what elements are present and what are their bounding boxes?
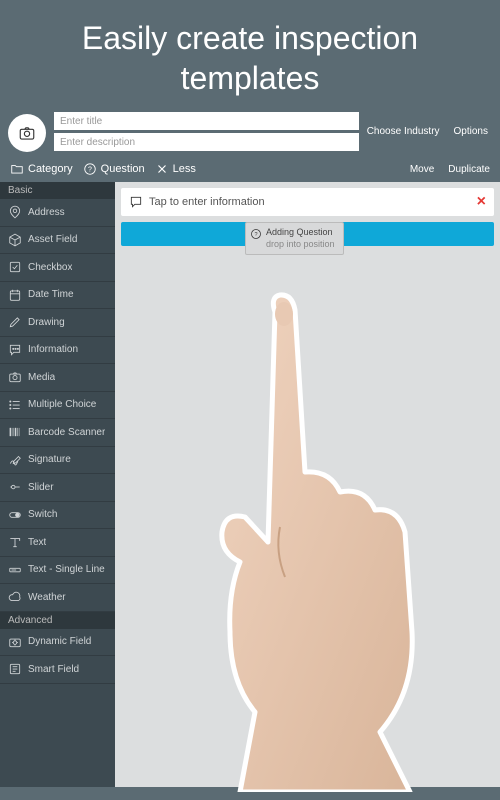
smart-icon bbox=[8, 662, 22, 676]
camera-icon bbox=[18, 124, 36, 142]
cloud-icon bbox=[8, 590, 22, 604]
hand-icon bbox=[175, 292, 485, 792]
sidebar: Basic Address Asset Field Checkbox Date Tim… bbox=[0, 182, 115, 787]
calendar-icon bbox=[8, 288, 22, 302]
hand-overlay bbox=[115, 242, 500, 787]
sidebar-item-label: Barcode Scanner bbox=[28, 427, 105, 438]
headline: Easily create inspection templates bbox=[0, 0, 500, 106]
main: Basic Address Asset Field Checkbox Date Tim… bbox=[0, 182, 500, 787]
sidebar-item-text[interactable]: Text bbox=[0, 529, 115, 557]
text-icon bbox=[8, 535, 22, 549]
sidebar-item-information[interactable]: Information bbox=[0, 337, 115, 365]
list-icon bbox=[8, 398, 22, 412]
close-icon bbox=[155, 162, 169, 176]
sidebar-item-label: Text - Single Line bbox=[28, 564, 105, 575]
camera-button[interactable] bbox=[8, 114, 46, 152]
sidebar-item-weather[interactable]: Weather bbox=[0, 584, 115, 612]
sidebar-item-label: Date Time bbox=[28, 289, 74, 300]
question-icon: ? bbox=[250, 228, 262, 240]
chat-icon bbox=[129, 195, 143, 209]
sidebar-item-label: Address bbox=[28, 207, 65, 218]
sidebar-item-switch[interactable]: Switch bbox=[0, 502, 115, 530]
sidebar-item-address[interactable]: Address bbox=[0, 199, 115, 227]
textline-icon bbox=[8, 563, 22, 577]
sidebar-section-advanced: Advanced bbox=[0, 612, 115, 629]
sidebar-item-date-time[interactable]: Date Time bbox=[0, 282, 115, 310]
title-input-group bbox=[54, 112, 359, 152]
less-button[interactable]: Less bbox=[155, 162, 196, 176]
sidebar-item-asset-field[interactable]: Asset Field bbox=[0, 227, 115, 255]
title-input[interactable] bbox=[54, 112, 359, 130]
sidebar-item-label: Text bbox=[28, 537, 46, 548]
sidebar-item-checkbox[interactable]: Checkbox bbox=[0, 254, 115, 282]
sign-icon bbox=[8, 453, 22, 467]
close-icon[interactable]: × bbox=[477, 194, 486, 210]
folder-icon bbox=[10, 162, 24, 176]
less-label: Less bbox=[173, 163, 196, 175]
options-label: Options bbox=[454, 126, 488, 137]
pencil-icon bbox=[8, 315, 22, 329]
sidebar-item-label: Weather bbox=[28, 592, 66, 603]
sidebar-section-basic: Basic bbox=[0, 182, 115, 199]
svg-text:?: ? bbox=[88, 166, 92, 173]
drag-chip-subtitle: drop into position bbox=[266, 239, 335, 251]
sidebar-item-label: Information bbox=[28, 344, 78, 355]
tap-hint-label: Tap to enter information bbox=[149, 196, 265, 208]
move-button[interactable]: Move bbox=[410, 164, 434, 175]
sidebar-item-label: Asset Field bbox=[28, 234, 77, 245]
sidebar-item-label: Dynamic Field bbox=[28, 636, 91, 647]
slider-icon bbox=[8, 480, 22, 494]
sidebar-item-barcode-scanner[interactable]: Barcode Scanner bbox=[0, 419, 115, 447]
drag-chip-title: Adding Question bbox=[266, 227, 335, 239]
cube-icon bbox=[8, 233, 22, 247]
dynamic-icon bbox=[8, 635, 22, 649]
sidebar-item-label: Signature bbox=[28, 454, 71, 465]
sidebar-item-dynamic-field[interactable]: Dynamic Field bbox=[0, 629, 115, 657]
sidebar-item-label: Checkbox bbox=[28, 262, 72, 273]
chat-icon bbox=[8, 343, 22, 357]
svg-text:?: ? bbox=[254, 232, 257, 238]
header-row: Choose Industry Options bbox=[0, 106, 500, 158]
sidebar-item-label: Slider bbox=[28, 482, 54, 493]
description-input[interactable] bbox=[54, 133, 359, 151]
barcode-icon bbox=[8, 425, 22, 439]
question-label: Question bbox=[101, 163, 145, 175]
check-icon bbox=[8, 260, 22, 274]
sidebar-item-label: Multiple Choice bbox=[28, 399, 96, 410]
sidebar-item-slider[interactable]: Slider bbox=[0, 474, 115, 502]
sidebar-item-text-single-line[interactable]: Text - Single Line bbox=[0, 557, 115, 585]
sidebar-item-smart-field[interactable]: Smart Field bbox=[0, 656, 115, 684]
sidebar-item-media[interactable]: Media bbox=[0, 364, 115, 392]
question-icon: ? bbox=[83, 162, 97, 176]
duplicate-button[interactable]: Duplicate bbox=[448, 164, 490, 175]
sidebar-item-label: Switch bbox=[28, 509, 57, 520]
camera-icon bbox=[8, 370, 22, 384]
sidebar-item-label: Smart Field bbox=[28, 664, 79, 675]
sidebar-item-label: Media bbox=[28, 372, 55, 383]
canvas[interactable]: Tap to enter information × ? Adding Ques… bbox=[115, 182, 500, 787]
choose-industry-label: Choose Industry bbox=[367, 126, 440, 137]
sidebar-item-drawing[interactable]: Drawing bbox=[0, 309, 115, 337]
sidebar-item-label: Drawing bbox=[28, 317, 65, 328]
pin-icon bbox=[8, 205, 22, 219]
options-link[interactable]: Options bbox=[454, 126, 488, 138]
drag-chip: ? Adding Question drop into position bbox=[245, 222, 344, 255]
question-button[interactable]: ? Question bbox=[83, 162, 145, 176]
tap-info-bar[interactable]: Tap to enter information × bbox=[121, 188, 494, 216]
toolbar: Category ? Question Less Move Duplicate bbox=[0, 158, 500, 182]
header-links: Choose Industry Options bbox=[367, 112, 492, 152]
sidebar-item-multiple-choice[interactable]: Multiple Choice bbox=[0, 392, 115, 420]
category-button[interactable]: Category bbox=[10, 162, 73, 176]
category-label: Category bbox=[28, 163, 73, 175]
sidebar-item-signature[interactable]: Signature bbox=[0, 447, 115, 475]
choose-industry-link[interactable]: Choose Industry bbox=[367, 126, 440, 138]
switch-icon bbox=[8, 508, 22, 522]
